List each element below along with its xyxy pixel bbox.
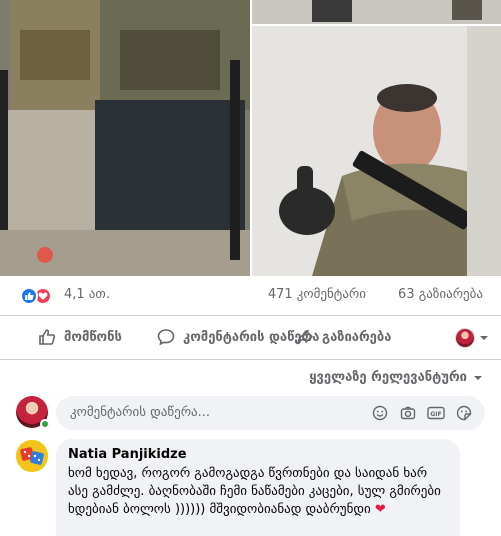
gif-icon[interactable]: GIF <box>427 404 445 422</box>
like-icon <box>20 287 38 305</box>
post-photo-top-right[interactable] <box>252 0 501 24</box>
reaction-summary-bar: 4,1 ათ. 471 კომენტარი 63 გაზიარება <box>0 276 501 316</box>
sticker-icon[interactable] <box>455 404 473 422</box>
dice-avatar-art <box>16 440 48 472</box>
camera-icon[interactable] <box>399 404 417 422</box>
comment-bubble: Natia Panjikidze ხომ ხედავ, როგორ გამოგა… <box>56 439 460 536</box>
top-photo-art <box>252 0 501 24</box>
share-icon <box>297 330 313 345</box>
emoji-icon[interactable] <box>371 404 389 422</box>
reaction-count[interactable]: 4,1 ათ. <box>64 287 110 302</box>
comment-text: ხომ ხედავ, როგორ გამოგადგა წვრთნები და ს… <box>68 465 448 519</box>
comment-input-placeholder: კომენტარის დაწერა... <box>70 405 211 420</box>
heart-emoji: ❤ <box>374 502 386 517</box>
comment-author[interactable]: Natia Panjikidze <box>68 447 448 462</box>
react-as-selector[interactable] <box>455 328 489 348</box>
caret-down-icon <box>474 375 482 380</box>
post-photo-soldiers[interactable] <box>0 0 250 276</box>
thumbs-up-icon <box>39 329 56 345</box>
comment-input-tools: GIF <box>371 404 473 422</box>
like-button-label: მომწონს <box>64 329 122 345</box>
commenter-avatar[interactable] <box>16 440 48 472</box>
reaction-icons[interactable] <box>20 287 60 305</box>
comment-input[interactable]: კომენტარის დაწერა... GIF <box>56 396 485 430</box>
shares-count[interactable]: 63 გაზიარება <box>398 287 483 302</box>
like-button[interactable]: მომწონს <box>38 328 122 346</box>
comment-icon <box>157 329 175 346</box>
comment-sort-label: ყველაზე რელევანტური <box>309 370 467 385</box>
svg-text:GIF: GIF <box>430 411 441 418</box>
share-button[interactable]: გაზიარება <box>296 328 391 346</box>
comment-sort-dropdown[interactable]: ყველაზე რელევანტური <box>309 370 483 385</box>
avatar <box>455 328 475 348</box>
soldiers-photo-art <box>0 0 250 276</box>
comments-count[interactable]: 471 კომენტარი <box>268 287 366 302</box>
caret-down-icon <box>480 336 488 340</box>
post-photo-selfie[interactable] <box>252 26 501 276</box>
selfie-photo-art <box>252 26 501 276</box>
share-button-label: გაზიარება <box>322 329 392 345</box>
post-action-row: მომწონს კომენტარის დაწერა გაზიარება <box>0 316 501 360</box>
online-status-dot <box>40 419 50 429</box>
